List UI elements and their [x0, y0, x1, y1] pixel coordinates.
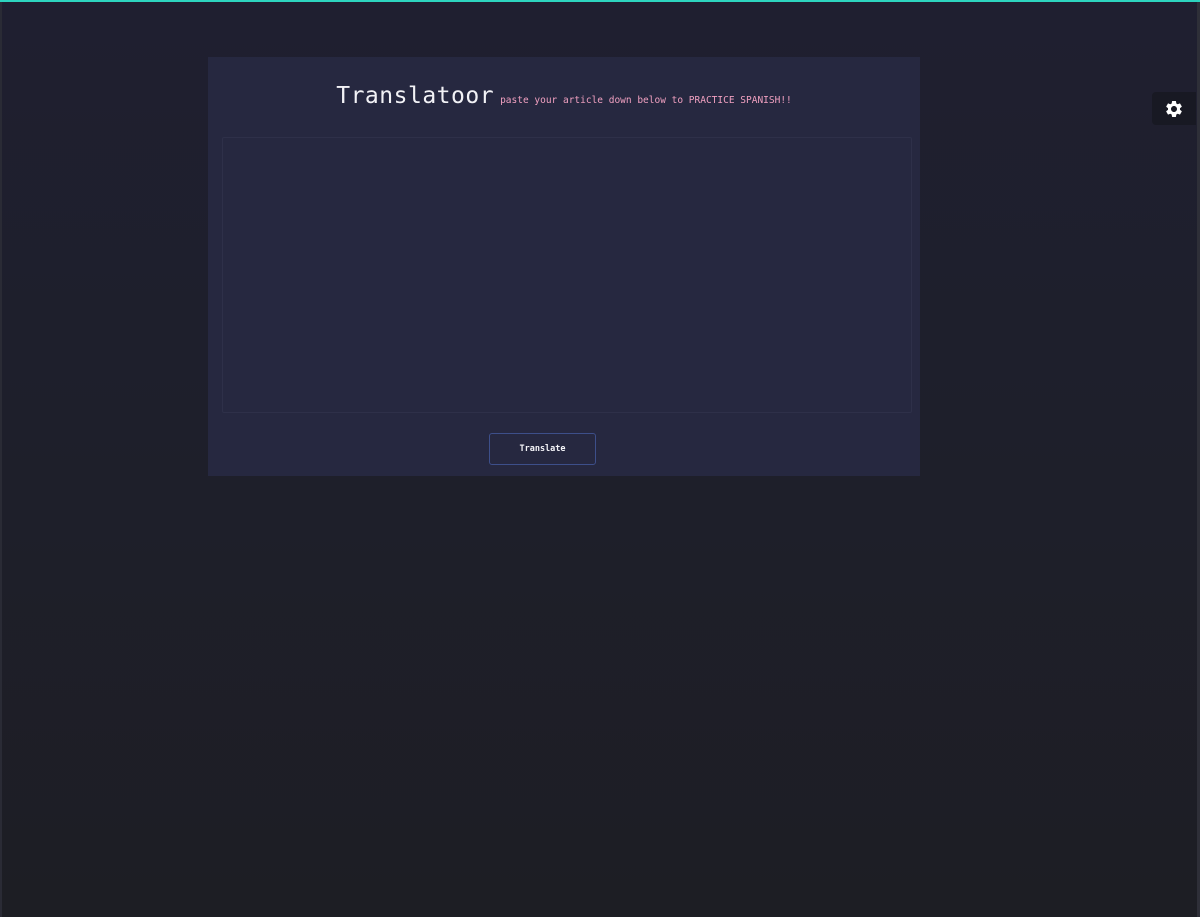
top-accent-line — [0, 0, 1200, 2]
translator-card: Translatoor paste your article down belo… — [208, 57, 920, 476]
left-window-edge — [0, 2, 2, 917]
app-title: Translatoor — [336, 83, 495, 109]
settings-button[interactable] — [1152, 92, 1196, 125]
title-row: Translatoor paste your article down belo… — [336, 83, 792, 137]
gear-icon — [1164, 99, 1184, 119]
card-header: Translatoor paste your article down belo… — [208, 57, 920, 137]
article-input[interactable] — [222, 137, 912, 413]
app-subtitle: paste your article down below to PRACTIC… — [500, 95, 792, 106]
translate-button[interactable]: Translate — [489, 433, 596, 465]
